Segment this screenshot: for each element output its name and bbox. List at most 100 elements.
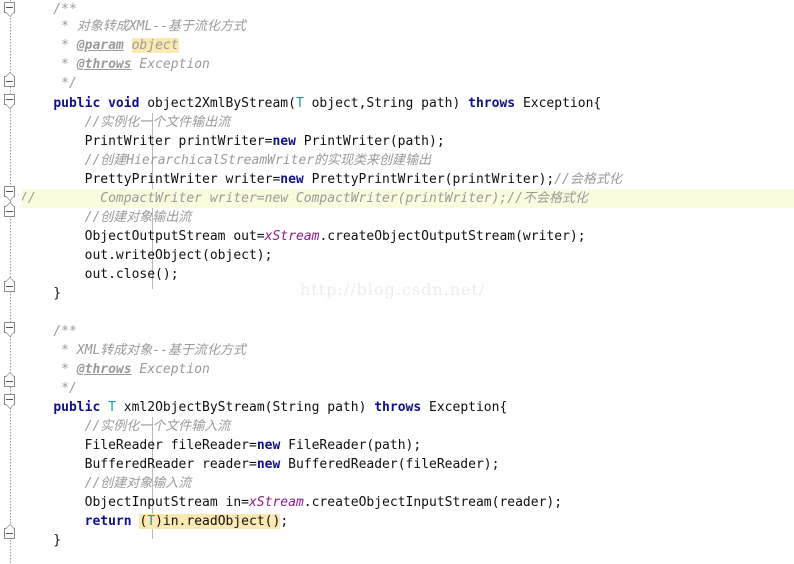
code-line[interactable]: //实例化一个文件输出流 (0, 113, 794, 132)
code-token: return (84, 514, 132, 529)
code-token: out.writeObject(object); (22, 248, 273, 263)
code-token: * XML转成对象--基于流化方式 (22, 343, 246, 358)
code-line[interactable]: FileReader fileReader=new FileReader(pat… (0, 436, 794, 455)
fold-minus-icon (6, 286, 13, 287)
code-token: Exception (131, 362, 210, 377)
fold-marker-javadoc-2[interactable] (4, 322, 17, 337)
code-line-text: * @throws Exception (22, 360, 210, 379)
fold-marker-method-2-top[interactable] (4, 372, 17, 389)
code-line-text: /** (22, 322, 77, 341)
code-token: * (22, 57, 77, 72)
fold-arrow-inner-icon (6, 332, 14, 336)
code-line[interactable]: */ (0, 379, 794, 398)
fold-marker-javadoc-1[interactable] (4, 2, 17, 17)
code-line-text: } (22, 531, 61, 550)
code-line-text: PrettyPrintWriter writer=new PrettyPrint… (22, 170, 622, 189)
code-token: //会格式化 (554, 172, 622, 187)
code-line[interactable]: */ (0, 74, 794, 93)
code-token: /** (22, 324, 77, 339)
fold-marker-class-body[interactable] (4, 72, 17, 89)
code-line-text: } (22, 284, 61, 303)
fold-arrow-inner-icon (6, 525, 14, 529)
code-token: xml2ObjectByStream(String path) (115, 400, 375, 415)
fold-minus-icon (6, 327, 13, 328)
code-token: public void (53, 96, 140, 111)
code-line[interactable]: ObjectInputStream in=xStream.createObjec… (0, 493, 794, 512)
fold-marker-method-1[interactable] (4, 94, 17, 109)
code-token: BufferedReader reader= (22, 457, 257, 472)
code-line[interactable]: //创建HierarchicalStreamWriter的实现类来创建输出 (0, 151, 794, 170)
fold-minus-icon (6, 381, 13, 382)
code-line[interactable]: // CompactWriter writer=new CompactWrite… (0, 189, 794, 208)
fold-minus-icon (6, 191, 13, 192)
code-line[interactable]: public void object2XmlByStream(T object,… (0, 94, 794, 113)
fold-arrow-inner-icon (6, 12, 14, 16)
code-token: object2XmlByStream( (139, 96, 296, 111)
code-line[interactable]: } (0, 531, 794, 550)
code-token: @param (76, 38, 124, 53)
code-line[interactable]: * @throws Exception (0, 360, 794, 379)
code-token: PrettyPrintWriter writer= (22, 172, 281, 187)
fold-marker-comment-1[interactable] (4, 186, 17, 201)
code-token: new (256, 457, 281, 472)
code-line[interactable]: //实例化一个文件输入流 (0, 417, 794, 436)
code-line[interactable] (0, 303, 794, 322)
code-line-text: BufferedReader reader=new BufferedReader… (22, 455, 500, 474)
code-area[interactable]: /** * 对象转成XML--基于流化方式 * @param object * … (0, 0, 794, 564)
code-line[interactable]: out.close(); (0, 265, 794, 284)
code-token: //创建HierarchicalStreamWriter的实现类来创建输出 (22, 153, 432, 168)
code-token: T (108, 400, 116, 415)
fold-minus-icon (6, 399, 13, 400)
code-line[interactable]: * @throws Exception (0, 55, 794, 74)
code-line[interactable]: //创建对象输出流 (0, 208, 794, 227)
code-line[interactable]: /** (0, 322, 794, 341)
fold-marker-method-1-end[interactable] (4, 202, 17, 219)
code-token: } (22, 286, 62, 301)
code-line-text: ObjectOutputStream out=xStream.createObj… (22, 227, 586, 246)
code-line[interactable]: out.writeObject(object); (0, 246, 794, 265)
code-token: PrintWriter(path); (295, 134, 445, 149)
code-token: CompactWriter writer=new CompactWriter(p… (22, 191, 588, 206)
code-token: xStream (248, 495, 304, 510)
code-line-text: public T xml2ObjectByStream(String path)… (22, 398, 507, 417)
code-token: @throws (76, 362, 132, 377)
code-token: new (280, 172, 304, 187)
fold-marker-method-2[interactable] (4, 394, 17, 409)
code-token: object,String path) (303, 96, 469, 111)
code-line[interactable]: * @param object (0, 36, 794, 55)
code-line-text: * @throws Exception (22, 55, 210, 74)
code-token: FileReader fileReader= (22, 438, 257, 453)
code-line-text: //实例化一个文件输出流 (22, 113, 231, 132)
code-line-text: return (T)in.readObject(); (22, 512, 288, 531)
code-line-text: */ (22, 379, 77, 398)
code-line[interactable]: //创建对象输入流 (0, 474, 794, 493)
code-token: //实例化一个文件输入流 (22, 419, 231, 434)
code-token: public (53, 400, 101, 415)
code-token: out.close(); (22, 267, 179, 282)
code-line-text: ObjectInputStream in=xStream.createObjec… (22, 493, 562, 512)
fold-marker-method-2-close[interactable] (4, 524, 17, 541)
code-line[interactable]: ObjectOutputStream out=xStream.createObj… (0, 227, 794, 246)
code-token: FileReader(path); (280, 438, 422, 453)
code-line[interactable]: return (T)in.readObject(); (0, 512, 794, 531)
code-line[interactable]: * 对象转成XML--基于流化方式 (0, 17, 794, 36)
code-line[interactable]: * XML转成对象--基于流化方式 (0, 341, 794, 360)
code-line[interactable]: } (0, 284, 794, 303)
code-line-text: * XML转成对象--基于流化方式 (22, 341, 246, 360)
code-line[interactable]: PrettyPrintWriter writer=new PrettyPrint… (0, 170, 794, 189)
code-line[interactable]: PrintWriter printWriter=new PrintWriter(… (0, 132, 794, 151)
code-line-text: */ (22, 74, 77, 93)
code-editor[interactable]: /** * 对象转成XML--基于流化方式 * @param object * … (0, 0, 794, 564)
code-token: ObjectOutputStream out= (22, 229, 265, 244)
code-line[interactable]: BufferedReader reader=new BufferedReader… (0, 455, 794, 474)
code-line[interactable]: public T xml2ObjectByStream(String path)… (0, 398, 794, 417)
code-token: Exception{ (515, 96, 602, 111)
code-token: } (22, 533, 62, 548)
fold-marker-method-1-close[interactable] (4, 277, 17, 294)
code-token: new (256, 438, 281, 453)
folding-gutter[interactable] (0, 0, 22, 564)
code-token: )in.readObject() (155, 514, 281, 529)
